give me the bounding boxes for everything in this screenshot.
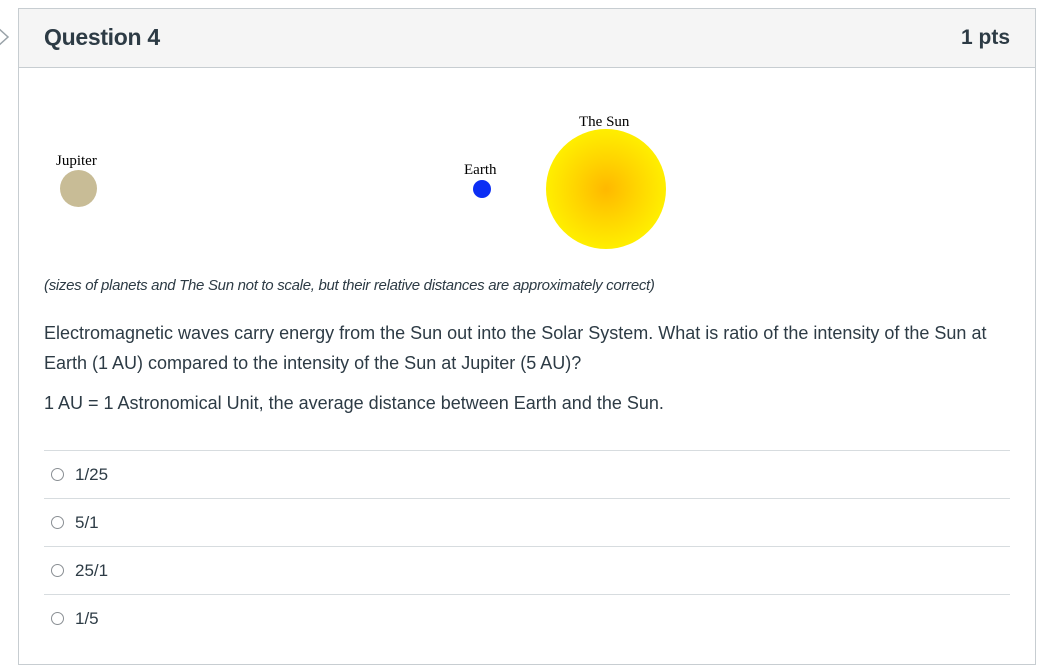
answer-label[interactable]: 5/1 — [75, 513, 99, 533]
question-title: Question 4 — [44, 24, 160, 50]
sun-image — [546, 129, 666, 249]
answer-option[interactable]: 1/5 — [44, 595, 1010, 642]
chevron-right-icon[interactable] — [0, 25, 14, 49]
answer-label[interactable]: 1/5 — [75, 609, 99, 629]
answer-label[interactable]: 25/1 — [75, 561, 108, 581]
radio-button[interactable] — [51, 468, 64, 481]
solar-system-diagram: Jupiter Earth The Sun — [19, 67, 1035, 267]
question-note: 1 AU = 1 Astronomical Unit, the average … — [44, 393, 664, 413]
jupiter-label: Jupiter — [56, 153, 97, 169]
answer-option[interactable]: 1/25 — [44, 451, 1010, 499]
radio-button[interactable] — [51, 564, 64, 577]
radio-button[interactable] — [51, 612, 64, 625]
answer-label[interactable]: 1/25 — [75, 465, 108, 485]
question-card: Question 4 1 pts Jupiter Earth The Sun (… — [18, 8, 1036, 665]
question-points: 1 pts — [960, 26, 1010, 49]
answer-option[interactable]: 25/1 — [44, 547, 1010, 595]
earth-image — [473, 180, 491, 198]
answer-list: 1/25 5/1 25/1 1/5 — [44, 450, 1010, 642]
jupiter-image — [60, 170, 97, 207]
question-header: Question 4 1 pts — [19, 9, 1035, 68]
earth-label: Earth — [464, 162, 497, 178]
radio-button[interactable] — [51, 516, 64, 529]
answer-option[interactable]: 5/1 — [44, 499, 1010, 547]
diagram-caption: (sizes of planets and The Sun not to sca… — [44, 277, 655, 294]
question-text: Electromagnetic waves carry energy from … — [44, 323, 987, 373]
